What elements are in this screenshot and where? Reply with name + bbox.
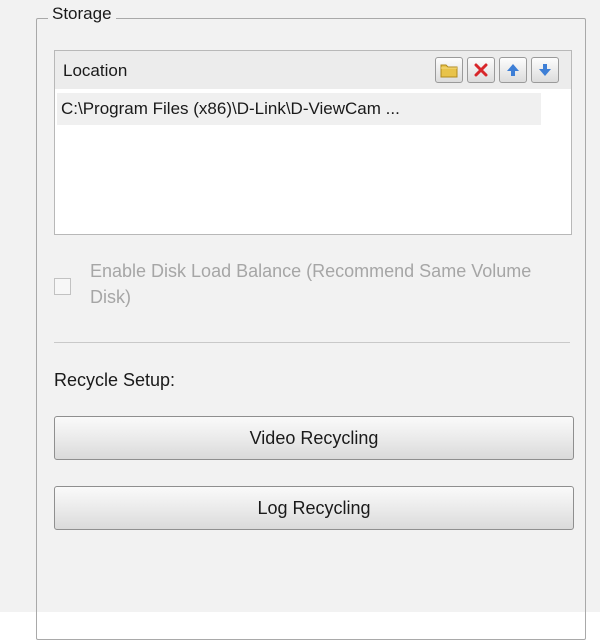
move-down-button[interactable]	[531, 57, 559, 83]
log-recycling-button[interactable]: Log Recycling	[54, 486, 574, 530]
section-divider	[54, 342, 570, 343]
move-up-button[interactable]	[499, 57, 527, 83]
location-list-header: Location	[54, 50, 572, 90]
video-recycling-button[interactable]: Video Recycling	[54, 416, 574, 460]
arrow-up-icon	[507, 64, 519, 76]
location-list-item[interactable]: C:\Program Files (x86)\D-Link\D-ViewCam …	[57, 93, 541, 125]
storage-group-title: Storage	[48, 4, 116, 24]
folder-icon	[440, 64, 458, 78]
add-location-button[interactable]	[435, 57, 463, 83]
delete-x-icon	[474, 63, 488, 77]
location-toolbar	[435, 57, 559, 83]
location-list[interactable]: C:\Program Files (x86)\D-Link\D-ViewCam …	[54, 89, 572, 235]
recycle-setup-label: Recycle Setup:	[54, 370, 176, 390]
disk-balance-checkbox[interactable]	[54, 278, 71, 295]
disk-balance-label: Enable Disk Load Balance (Recommend Same…	[90, 261, 532, 307]
settings-panel: Storage Location C:\Program Files (x86)\…	[0, 0, 600, 640]
arrow-down-icon	[539, 64, 551, 76]
location-header-label: Location	[63, 61, 128, 80]
delete-location-button[interactable]	[467, 57, 495, 83]
